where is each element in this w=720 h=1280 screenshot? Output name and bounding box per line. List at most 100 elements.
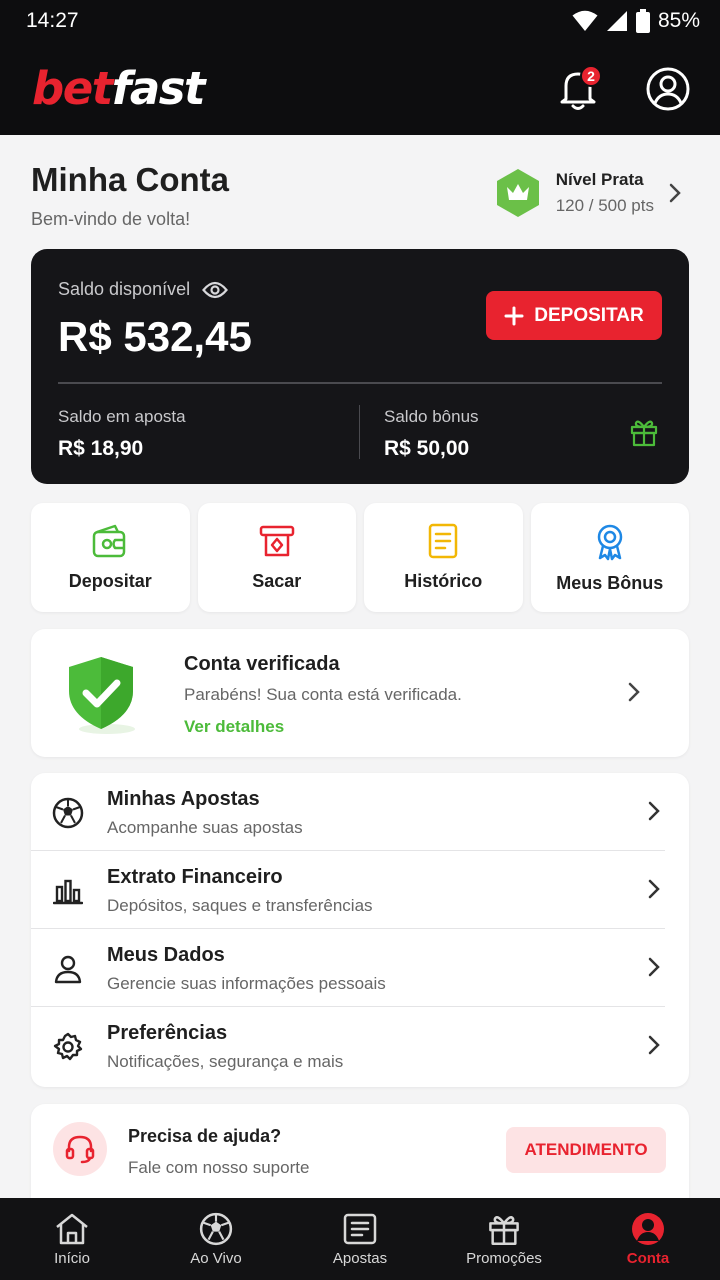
bet-balance-label: Saldo em aposta — [58, 407, 186, 426]
balance-label: Saldo disponível — [58, 279, 191, 299]
menu-item-title: Minhas Apostas — [107, 788, 260, 810]
bottom-navigation: Início Ao Vivo Apostas Promoções Conta — [0, 1198, 720, 1280]
deposit-button-label: DEPOSITAR — [534, 304, 644, 326]
balance-card: Saldo disponível R$ 532,45 DEPOSITAR Sal… — [31, 249, 689, 484]
nav-label: Início — [54, 1250, 90, 1267]
quick-action-depositar[interactable]: Depositar — [31, 503, 190, 612]
app-header: betfast 2 — [0, 42, 720, 135]
nav-label: Apostas — [332, 1250, 388, 1267]
quick-action-label: Depositar — [68, 571, 152, 591]
chart-icon — [53, 879, 83, 905]
verification-title: Conta verificada — [184, 653, 340, 675]
level-points: 120 / 500 pts — [555, 196, 654, 215]
logo-part-bet: bet — [32, 62, 113, 115]
balance-vertical-divider — [359, 405, 360, 459]
logo-part-fast: fast — [111, 62, 206, 115]
menu-item-extrato-financeiro[interactable]: Extrato Financeiro Depósitos, saques e t… — [31, 851, 689, 929]
signal-icon — [606, 11, 627, 31]
crown-hexagon-icon — [496, 169, 539, 217]
balance-divider — [58, 382, 662, 384]
quick-action-sacar[interactable]: Sacar — [197, 503, 356, 612]
nav-conta[interactable]: Conta — [576, 1198, 720, 1280]
bonus-balance-value: R$ 50,00 — [384, 437, 470, 460]
status-icons: 85% — [572, 9, 700, 33]
menu-item-subtitle: Notificações, segurança e mais — [107, 1052, 344, 1071]
quick-action-meus-bonus[interactable]: Meus Bônus — [530, 503, 689, 612]
nav-apostas[interactable]: Apostas — [288, 1198, 432, 1280]
page-title: Minha Conta — [31, 161, 229, 198]
withdraw-icon — [259, 525, 294, 557]
help-card: Precisa de ajuda? Fale com nosso suporte… — [31, 1104, 689, 1198]
eye-icon[interactable] — [202, 281, 229, 299]
verification-details-link[interactable]: Ver detalhes — [184, 717, 284, 737]
nav-inicio[interactable]: Início — [0, 1198, 144, 1280]
bonus-balance: Saldo bônus R$ 50,00 — [384, 407, 479, 461]
quick-action-historico[interactable]: Histórico — [364, 503, 523, 612]
chevron-right-icon — [648, 879, 660, 899]
account-heading: Minha Conta Bem-vindo de volta! — [31, 161, 229, 230]
verification-description: Parabéns! Sua conta está verificada. — [184, 685, 462, 704]
menu-item-subtitle: Acompanhe suas apostas — [107, 818, 303, 837]
gift-icon — [489, 1216, 519, 1245]
wallet-icon — [93, 524, 126, 558]
notification-badge: 2 — [580, 64, 602, 87]
gift-icon[interactable] — [629, 417, 659, 447]
deposit-button[interactable]: DEPOSITAR — [486, 291, 662, 340]
betfast-logo[interactable]: betfast — [32, 66, 206, 111]
bet-balance-value: R$ 18,90 — [58, 437, 144, 460]
quick-action-label: Meus Bônus — [556, 573, 664, 593]
menu-item-subtitle: Depósitos, saques e transferências — [107, 896, 373, 915]
verified-shield-icon — [69, 657, 135, 734]
support-button[interactable]: ATENDIMENTO — [506, 1127, 666, 1173]
chevron-right-icon — [648, 801, 660, 821]
chevron-right-icon — [648, 957, 660, 977]
gear-icon — [53, 1032, 83, 1061]
chevron-right-icon — [669, 183, 681, 203]
verification-card[interactable]: Conta verificada Parabéns! Sua conta est… — [31, 629, 689, 757]
chevron-right-icon — [648, 1035, 660, 1055]
bet-balance: Saldo em aposta R$ 18,90 — [58, 407, 186, 461]
welcome-text: Bem-vindo de volta! — [31, 209, 191, 229]
nav-ao-vivo[interactable]: Ao Vivo — [144, 1198, 288, 1280]
quick-action-label: Histórico — [404, 571, 483, 591]
plus-icon — [504, 306, 524, 325]
menu-item-title: Meus Dados — [107, 944, 225, 966]
user-icon — [54, 955, 82, 984]
help-subtitle: Fale com nosso suporte — [128, 1158, 310, 1177]
menu-item-meus-dados[interactable]: Meus Dados Gerencie suas informações pes… — [31, 929, 689, 1007]
account-content[interactable]: Minha Conta Bem-vindo de volta! Nível Pr… — [0, 135, 720, 1198]
headset-icon — [65, 1135, 95, 1164]
bonus-balance-label: Saldo bônus — [384, 407, 479, 426]
award-icon — [597, 524, 622, 561]
nav-label: Conta — [626, 1250, 670, 1267]
quick-actions: Depositar Sacar Histórico Meus Bônus — [31, 503, 689, 612]
menu-item-preferencias[interactable]: Preferências Notificações, segurança e m… — [31, 1007, 689, 1085]
level-name: Nível Prata — [555, 170, 644, 189]
menu-item-title: Preferências — [107, 1022, 228, 1044]
nav-label: Ao Vivo — [190, 1250, 242, 1267]
menu-item-subtitle: Gerencie suas informações pessoais — [107, 974, 386, 993]
chevron-right-icon — [628, 682, 640, 702]
profile-icon[interactable] — [646, 67, 690, 111]
level-badge[interactable]: Nível Prata 120 / 500 pts — [494, 167, 682, 219]
balance-label-row: Saldo disponível — [58, 279, 229, 300]
soccer-ball-icon — [199, 1212, 233, 1246]
status-time: 14:27 — [26, 9, 79, 32]
soccer-ball-icon — [52, 797, 84, 829]
notifications-button[interactable]: 2 — [558, 64, 602, 111]
menu-item-minhas-apostas[interactable]: Minhas Apostas Acompanhe suas apostas — [31, 773, 689, 851]
battery-level: 85% — [657, 9, 700, 32]
nav-promocoes[interactable]: Promoções — [432, 1198, 576, 1280]
nav-label: Promoções — [466, 1250, 542, 1267]
account-menu: Minhas Apostas Acompanhe suas apostas Ex… — [31, 773, 689, 1087]
document-icon — [429, 523, 458, 559]
quick-action-label: Sacar — [252, 571, 302, 591]
battery-icon — [635, 9, 650, 33]
status-bar: 14:27 85% — [0, 0, 720, 42]
account-icon — [632, 1213, 664, 1245]
headset-icon-wrap — [53, 1122, 107, 1176]
menu-item-title: Extrato Financeiro — [107, 866, 283, 888]
home-icon — [56, 1213, 88, 1245]
ticket-icon — [343, 1213, 377, 1245]
balance-amount: R$ 532,45 — [58, 313, 252, 360]
